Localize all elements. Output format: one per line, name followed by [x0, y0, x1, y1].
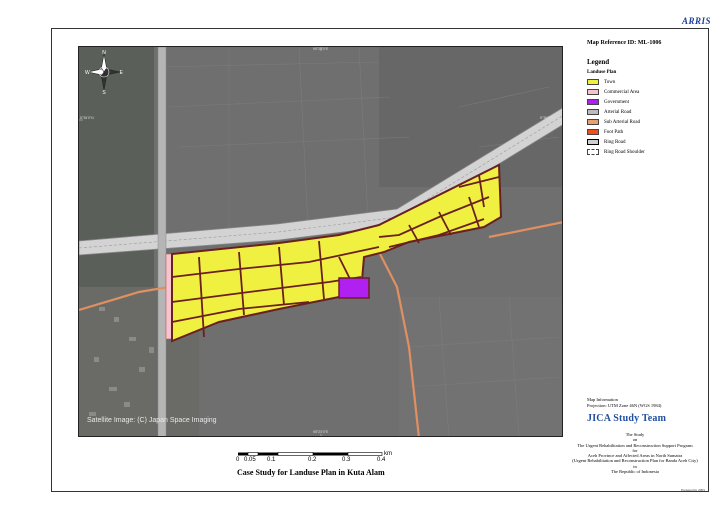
scale-tick-03: 0.3 — [342, 457, 351, 463]
grid-label-bottom: 95°20'0"E — [313, 430, 329, 434]
commercial-swatch-icon — [587, 89, 599, 95]
map-panel[interactable] — [78, 46, 563, 437]
arterial-road-swatch-icon — [587, 109, 599, 115]
team-name: JICA Study Team — [587, 413, 667, 424]
legend-item-arterial-road: Arterial Road — [587, 108, 631, 116]
map-title: Case Study for Landuse Plan in Kuta Alam — [237, 468, 385, 477]
scale-tick-0: 0 — [236, 457, 240, 463]
compass-s: S — [102, 90, 106, 94]
legend-item-town: Town — [587, 78, 615, 86]
legend-landuse-heading: Landuse Plan — [587, 70, 617, 75]
compass-e: E — [120, 70, 124, 76]
scale-tick-02: 0.2 — [308, 457, 317, 463]
north-arrow-icon: N S W E — [84, 50, 124, 96]
brand-label: ARRIS — [681, 16, 711, 26]
ring-road-swatch-icon — [587, 139, 599, 145]
study-line: (Urgent Rehabilitation and Reconstructio… — [572, 458, 698, 464]
legend-title: Legend — [587, 58, 610, 66]
map-sheet: ARRIS 95°20'0"E 95°20'0"E 5°36'0"N 5°36'… — [0, 0, 725, 512]
compass-w: W — [85, 70, 90, 76]
foot-path-swatch-icon — [587, 129, 599, 135]
legend-item-ring-road: Ring Road — [587, 138, 626, 146]
legend-item-commercial: Commercial Area — [587, 88, 639, 96]
scale-tick-005: 0.05 — [244, 457, 256, 463]
map-reference-id: Map Reference ID: ML-1006 — [587, 40, 662, 46]
legend-item-government: Government — [587, 98, 629, 106]
grid-label-top: 95°20'0"E — [313, 47, 329, 51]
legend-item-foot-path: Foot Path — [587, 128, 623, 136]
map-information: Map Information Projection: UTM Zone 46N… — [587, 397, 661, 408]
scale-unit: km — [384, 451, 392, 457]
prepared-note: Prepared in 2005 — [681, 488, 705, 492]
town-swatch-icon — [587, 79, 599, 85]
grid-label-left: 5°36'0"N — [80, 116, 94, 120]
legend-item-ring-road-shoulder: Ring Road Shoulder — [587, 148, 645, 156]
map-info-projection: Projection: UTM Zone 46N (WGS 1984) — [587, 402, 662, 408]
study-line: The Republic of Indonesia — [611, 469, 659, 475]
government-swatch-icon — [587, 99, 599, 105]
government-area — [338, 277, 370, 299]
compass-n: N — [102, 50, 106, 56]
grid-label-right: 5°36'0"N — [540, 116, 554, 120]
legend-item-sub-arterial-road: Sub Arterial Road — [587, 118, 640, 126]
satellite-southeast-fields — [399, 297, 562, 436]
arterial-road-vertical — [157, 47, 167, 436]
sub-arterial-road-swatch-icon — [587, 119, 599, 125]
map-canvas[interactable] — [79, 47, 563, 437]
scale-tick-04: 0.4 — [377, 457, 386, 463]
ring-road-shoulder-swatch-icon — [587, 149, 599, 155]
scale-labels: 0 0.05 0.1 0.2 0.3 0.4 km — [222, 451, 392, 465]
study-description: The Study on The Urgent Rehabilitation a… — [560, 432, 710, 474]
imagery-credit: Satellite Image: (C) Japan Space Imaging — [87, 417, 217, 424]
scale-tick-01: 0.1 — [267, 457, 276, 463]
